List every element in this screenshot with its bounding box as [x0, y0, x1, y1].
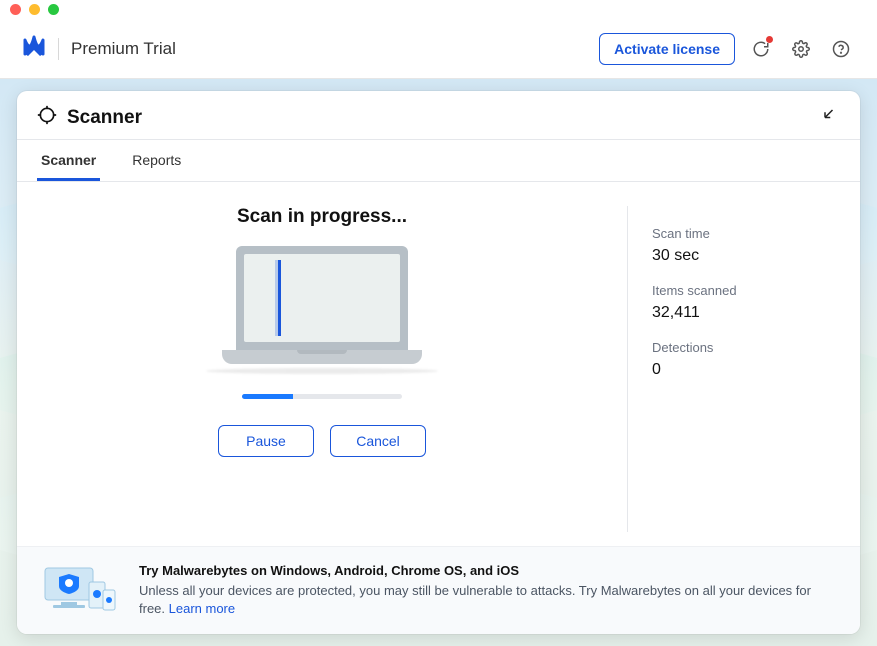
stat-value-items-scanned: 32,411: [652, 304, 836, 322]
app-header: Premium Trial Activate license: [0, 19, 877, 79]
promo-title: Try Malwarebytes on Windows, Android, Ch…: [139, 563, 838, 578]
stat-label-items-scanned: Items scanned: [652, 283, 836, 298]
tab-scanner[interactable]: Scanner: [37, 140, 100, 181]
activate-license-button[interactable]: Activate license: [599, 33, 735, 65]
promo-body: Unless all your devices are protected, y…: [139, 582, 838, 618]
logo-separator: [58, 38, 59, 60]
devices-illustration: [39, 564, 119, 616]
help-icon[interactable]: [827, 35, 855, 63]
scan-status-heading: Scan in progress...: [237, 206, 407, 228]
update-available-dot: [766, 36, 773, 43]
close-window-button[interactable]: [10, 4, 21, 15]
panel-title: Scanner: [67, 107, 142, 129]
mac-titlebar: [0, 0, 877, 19]
promo-banner: Try Malwarebytes on Windows, Android, Ch…: [17, 546, 860, 634]
tab-bar: Scanner Reports: [17, 140, 860, 182]
stat-value-scan-time: 30 sec: [652, 247, 836, 265]
gear-icon[interactable]: [787, 35, 815, 63]
scan-progress-bar: [242, 394, 402, 399]
product-name: Premium Trial: [71, 39, 176, 59]
pause-button[interactable]: Pause: [218, 425, 314, 457]
scanner-panel: Scanner Scanner Reports Scan in progress…: [17, 91, 860, 634]
refresh-icon[interactable]: [747, 35, 775, 63]
stat-value-detections: 0: [652, 361, 836, 379]
scan-sweep-bar: [278, 260, 281, 336]
scan-stats: Scan time 30 sec Items scanned 32,411 De…: [627, 206, 860, 532]
stat-label-scan-time: Scan time: [652, 226, 836, 241]
fullscreen-window-button[interactable]: [48, 4, 59, 15]
minimize-window-button[interactable]: [29, 4, 40, 15]
stat-label-detections: Detections: [652, 340, 836, 355]
learn-more-link[interactable]: Learn more: [169, 601, 235, 616]
cancel-button[interactable]: Cancel: [330, 425, 426, 457]
scanner-target-icon: [37, 105, 57, 131]
malwarebytes-logo-icon: [22, 34, 46, 63]
scan-laptop-illustration: [222, 246, 422, 376]
promo-body-text: Unless all your devices are protected, y…: [139, 583, 811, 616]
content-backdrop: Scanner Scanner Reports Scan in progress…: [0, 79, 877, 646]
tab-reports[interactable]: Reports: [128, 140, 185, 181]
collapse-panel-icon[interactable]: [822, 107, 840, 130]
scan-progress-fill: [242, 394, 293, 399]
